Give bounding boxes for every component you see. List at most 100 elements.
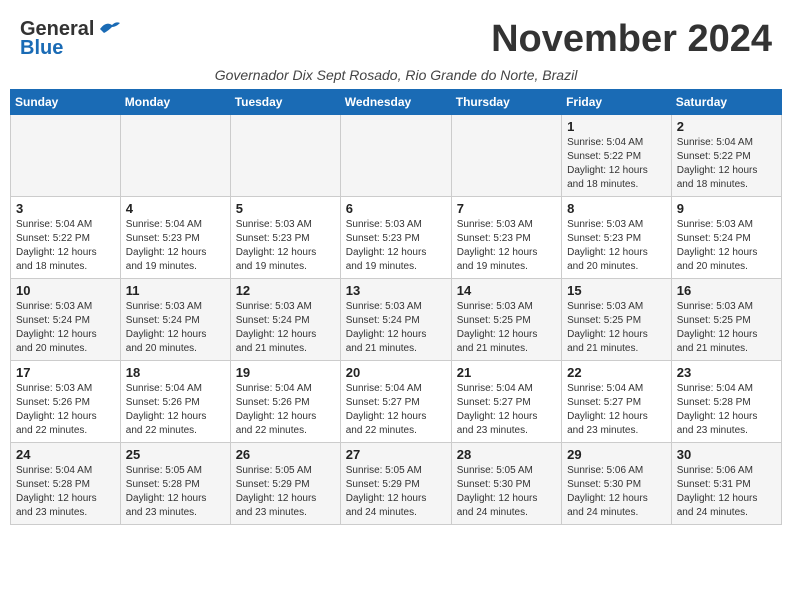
calendar-cell: 17 Sunrise: 5:03 AM Sunset: 5:26 PM Dayli… [11,361,121,443]
day-info: Sunrise: 5:03 AM Sunset: 5:26 PM Dayligh… [16,382,115,438]
day-info: Sunrise: 5:03 AM Sunset: 5:24 PM Dayligh… [677,218,776,274]
day-info: Sunrise: 5:03 AM Sunset: 5:25 PM Dayligh… [677,300,776,356]
calendar-cell [230,115,340,197]
weekday-header-wednesday: Wednesday [340,90,451,115]
day-number: 4 [126,201,225,216]
day-number: 9 [677,201,776,216]
day-number: 19 [236,365,335,380]
calendar-cell: 24 Sunrise: 5:04 AM Sunset: 5:28 PM Dayli… [11,443,121,525]
day-number: 20 [346,365,446,380]
calendar-cell: 19 Sunrise: 5:04 AM Sunset: 5:26 PM Dayli… [230,361,340,443]
calendar-cell: 20 Sunrise: 5:04 AM Sunset: 5:27 PM Dayli… [340,361,451,443]
calendar-cell [340,115,451,197]
day-info: Sunrise: 5:05 AM Sunset: 5:29 PM Dayligh… [346,464,446,520]
calendar-cell: 29 Sunrise: 5:06 AM Sunset: 5:30 PM Dayli… [562,443,672,525]
day-number: 11 [126,283,225,298]
day-info: Sunrise: 5:04 AM Sunset: 5:27 PM Dayligh… [567,382,666,438]
calendar-cell [11,115,121,197]
calendar-cell: 27 Sunrise: 5:05 AM Sunset: 5:29 PM Dayli… [340,443,451,525]
day-info: Sunrise: 5:04 AM Sunset: 5:22 PM Dayligh… [567,136,666,192]
calendar-cell: 10Sunrise: 5:03 AM Sunset: 5:24 PM Dayli… [11,279,121,361]
calendar-header: SundayMondayTuesdayWednesdayThursdayFrid… [11,90,782,115]
calendar-cell: 30 Sunrise: 5:06 AM Sunset: 5:31 PM Dayli… [671,443,781,525]
day-info: Sunrise: 5:04 AM Sunset: 5:26 PM Dayligh… [126,382,225,438]
day-info: Sunrise: 5:05 AM Sunset: 5:29 PM Dayligh… [236,464,335,520]
calendar-cell: 22 Sunrise: 5:04 AM Sunset: 5:27 PM Dayli… [562,361,672,443]
week-row-5: 24 Sunrise: 5:04 AM Sunset: 5:28 PM Dayli… [11,443,782,525]
day-info: Sunrise: 5:03 AM Sunset: 5:25 PM Dayligh… [457,300,556,356]
day-info: Sunrise: 5:04 AM Sunset: 5:28 PM Dayligh… [677,382,776,438]
day-number: 16 [677,283,776,298]
calendar-cell: 21 Sunrise: 5:04 AM Sunset: 5:27 PM Dayli… [451,361,561,443]
calendar-cell [120,115,230,197]
day-number: 26 [236,447,335,462]
calendar-cell: 1 Sunrise: 5:04 AM Sunset: 5:22 PM Daylig… [562,115,672,197]
day-number: 1 [567,119,666,134]
calendar-cell: 9 Sunrise: 5:03 AM Sunset: 5:24 PM Daylig… [671,197,781,279]
calendar-cell: 23 Sunrise: 5:04 AM Sunset: 5:28 PM Dayli… [671,361,781,443]
day-info: Sunrise: 5:04 AM Sunset: 5:23 PM Dayligh… [126,218,225,274]
weekday-header-tuesday: Tuesday [230,90,340,115]
calendar-cell: 7Sunrise: 5:03 AM Sunset: 5:23 PM Daylig… [451,197,561,279]
logo-blue: Blue [20,37,63,60]
day-info: Sunrise: 5:05 AM Sunset: 5:30 PM Dayligh… [457,464,556,520]
day-number: 24 [16,447,115,462]
day-number: 29 [567,447,666,462]
day-number: 13 [346,283,446,298]
day-number: 25 [126,447,225,462]
logo-bird-icon [98,19,120,37]
day-info: Sunrise: 5:03 AM Sunset: 5:24 PM Dayligh… [346,300,446,356]
day-info: Sunrise: 5:06 AM Sunset: 5:30 PM Dayligh… [567,464,666,520]
day-info: Sunrise: 5:03 AM Sunset: 5:23 PM Dayligh… [457,218,556,274]
day-info: Sunrise: 5:04 AM Sunset: 5:22 PM Dayligh… [677,136,776,192]
weekday-header-monday: Monday [120,90,230,115]
day-number: 5 [236,201,335,216]
day-info: Sunrise: 5:04 AM Sunset: 5:26 PM Dayligh… [236,382,335,438]
weekday-header-sunday: Sunday [11,90,121,115]
day-number: 18 [126,365,225,380]
calendar-cell: 6 Sunrise: 5:03 AM Sunset: 5:23 PM Daylig… [340,197,451,279]
calendar-cell: 14Sunrise: 5:03 AM Sunset: 5:25 PM Dayli… [451,279,561,361]
day-number: 23 [677,365,776,380]
calendar-cell: 18 Sunrise: 5:04 AM Sunset: 5:26 PM Dayli… [120,361,230,443]
week-row-3: 10Sunrise: 5:03 AM Sunset: 5:24 PM Dayli… [11,279,782,361]
day-number: 15 [567,283,666,298]
day-info: Sunrise: 5:06 AM Sunset: 5:31 PM Dayligh… [677,464,776,520]
day-info: Sunrise: 5:03 AM Sunset: 5:24 PM Dayligh… [126,300,225,356]
day-info: Sunrise: 5:03 AM Sunset: 5:23 PM Dayligh… [567,218,666,274]
day-info: Sunrise: 5:03 AM Sunset: 5:25 PM Dayligh… [567,300,666,356]
calendar-cell: 2 Sunrise: 5:04 AM Sunset: 5:22 PM Daylig… [671,115,781,197]
subtitle: Governador Dix Sept Rosado, Rio Grande d… [10,65,782,89]
weekday-header-thursday: Thursday [451,90,561,115]
day-info: Sunrise: 5:03 AM Sunset: 5:23 PM Dayligh… [346,218,446,274]
week-row-4: 17 Sunrise: 5:03 AM Sunset: 5:26 PM Dayli… [11,361,782,443]
calendar-cell: 4 Sunrise: 5:04 AM Sunset: 5:23 PM Daylig… [120,197,230,279]
day-number: 17 [16,365,115,380]
day-number: 21 [457,365,556,380]
calendar-cell: 8 Sunrise: 5:03 AM Sunset: 5:23 PM Daylig… [562,197,672,279]
calendar-cell: 3Sunrise: 5:04 AM Sunset: 5:22 PM Daylig… [11,197,121,279]
calendar-cell: 28Sunrise: 5:05 AM Sunset: 5:30 PM Dayli… [451,443,561,525]
page-header: General Blue November 2024 [10,10,782,65]
day-info: Sunrise: 5:04 AM Sunset: 5:27 PM Dayligh… [346,382,446,438]
calendar-cell: 13 Sunrise: 5:03 AM Sunset: 5:24 PM Dayli… [340,279,451,361]
weekday-header-friday: Friday [562,90,672,115]
day-number: 27 [346,447,446,462]
day-info: Sunrise: 5:03 AM Sunset: 5:24 PM Dayligh… [236,300,335,356]
day-number: 2 [677,119,776,134]
day-info: Sunrise: 5:04 AM Sunset: 5:28 PM Dayligh… [16,464,115,520]
day-number: 6 [346,201,446,216]
logo: General Blue [20,18,120,60]
calendar-cell: 15 Sunrise: 5:03 AM Sunset: 5:25 PM Dayli… [562,279,672,361]
day-info: Sunrise: 5:03 AM Sunset: 5:24 PM Dayligh… [16,300,115,356]
day-info: Sunrise: 5:03 AM Sunset: 5:23 PM Dayligh… [236,218,335,274]
week-row-2: 3Sunrise: 5:04 AM Sunset: 5:22 PM Daylig… [11,197,782,279]
week-row-1: 1 Sunrise: 5:04 AM Sunset: 5:22 PM Daylig… [11,115,782,197]
calendar-table: SundayMondayTuesdayWednesdayThursdayFrid… [10,89,782,525]
day-number: 8 [567,201,666,216]
day-number: 30 [677,447,776,462]
day-info: Sunrise: 5:04 AM Sunset: 5:27 PM Dayligh… [457,382,556,438]
calendar-cell [451,115,561,197]
day-number: 22 [567,365,666,380]
weekday-header-saturday: Saturday [671,90,781,115]
